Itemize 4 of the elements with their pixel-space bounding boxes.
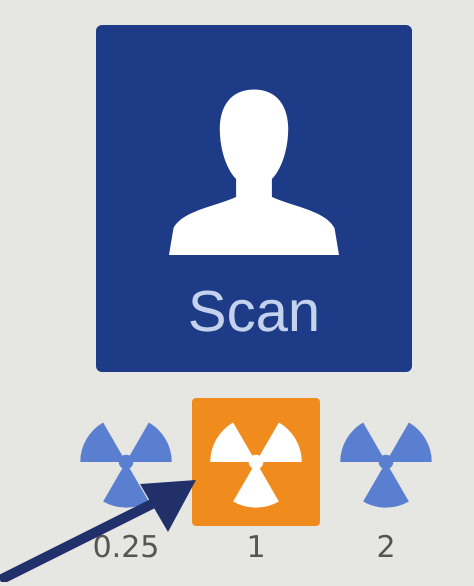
scan-button[interactable]: Scan [96, 25, 412, 372]
dose-label: 1 [246, 530, 266, 565]
dose-label: 0.25 [92, 530, 160, 565]
dose-label: 2 [376, 530, 396, 565]
